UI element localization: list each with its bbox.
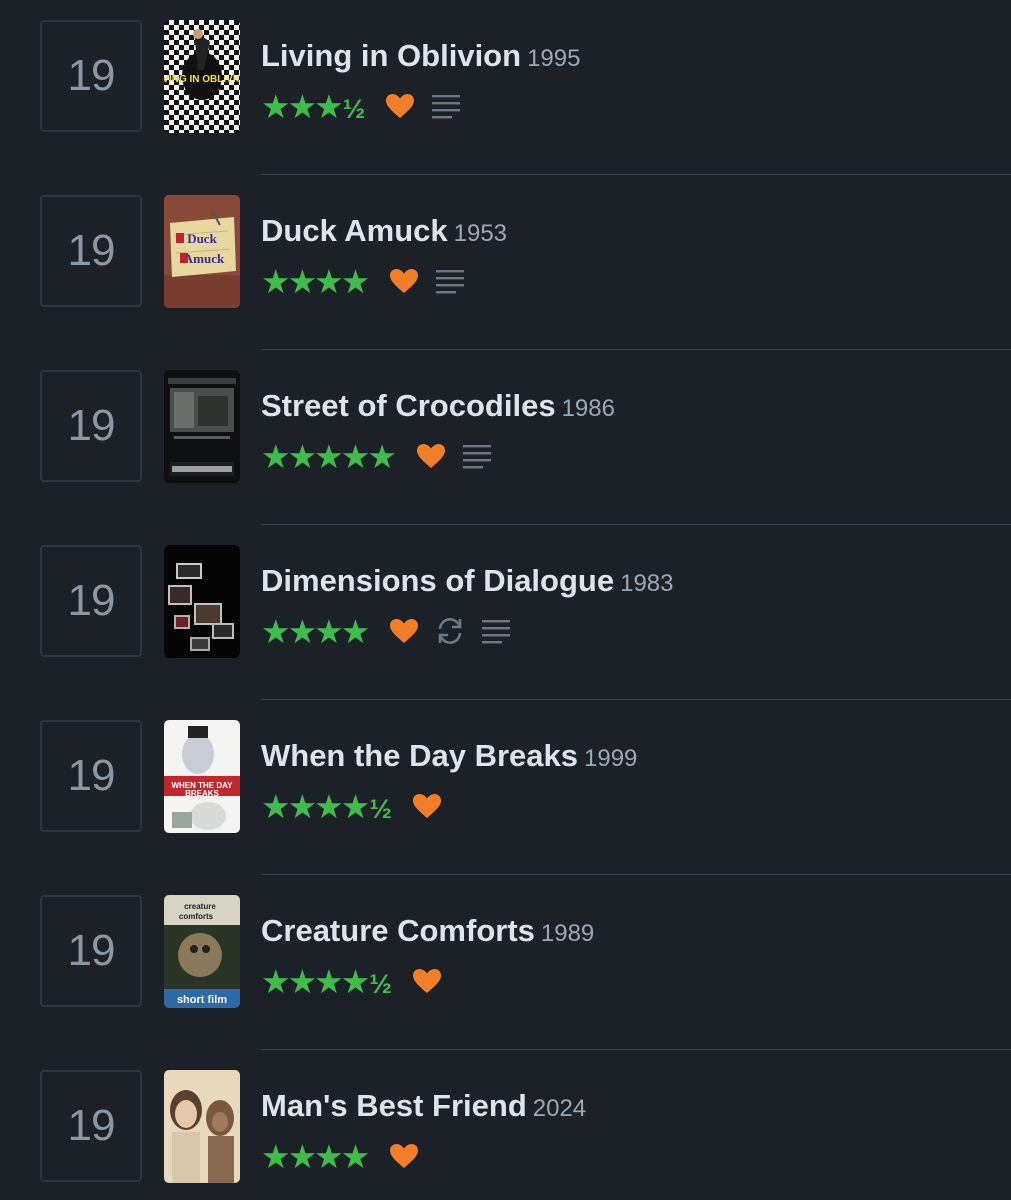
day-number[interactable]: 19 <box>40 20 142 132</box>
review-lines-icon[interactable] <box>435 268 465 294</box>
film-year[interactable]: 2024 <box>533 1095 586 1122</box>
heart-icon <box>389 1143 419 1169</box>
heart-icon <box>389 268 419 294</box>
film-poster[interactable]: WHEN THE DAY BREAKS <box>164 720 240 833</box>
entry-meta: ★★★½ <box>261 84 461 128</box>
day-number[interactable]: 19 <box>40 895 142 1007</box>
star-rating: ★★★★½ <box>261 786 392 826</box>
rewatch-icon <box>435 616 465 646</box>
heart-icon <box>412 793 442 819</box>
film-year[interactable]: 1999 <box>584 745 637 772</box>
poster-street-of-crocodiles-icon <box>164 370 240 483</box>
film-title[interactable]: Man's Best Friend <box>261 1088 527 1123</box>
film-poster[interactable]: Duck Amuck <box>164 195 240 308</box>
diary-entry[interactable]: 19 Street of Crocodiles 1986 ★★★★★ <box>0 350 1011 525</box>
film-year[interactable]: 1986 <box>562 395 615 422</box>
film-year[interactable]: 1989 <box>541 920 594 947</box>
entry-meta: ★★★★ <box>261 259 465 303</box>
film-year[interactable]: 1983 <box>620 570 673 597</box>
svg-text:Amuck: Amuck <box>184 251 225 266</box>
film-title-line: Living in Oblivion 1995 <box>261 38 580 74</box>
svg-text:comforts: comforts <box>179 912 214 921</box>
svg-text:Duck: Duck <box>187 231 217 246</box>
film-title-line: Creature Comforts 1989 <box>261 913 594 949</box>
star-rating: ★★★★★ <box>261 436 397 476</box>
star-rating: ★★★★ <box>261 611 370 651</box>
svg-text:LIVING IN OBLIVION: LIVING IN OBLIVION <box>164 74 240 85</box>
film-title[interactable]: Living in Oblivion <box>261 38 521 73</box>
svg-text:BREAKS: BREAKS <box>185 789 219 798</box>
day-number[interactable]: 19 <box>40 1070 142 1182</box>
film-poster[interactable]: creature comforts short film <box>164 895 240 1008</box>
diary-entry[interactable]: 19 Duck Amuck Duck Amuck 1953 ★★★★ <box>0 175 1011 350</box>
diary-list: 19 LIVING IN OBLIVION Living in Oblivion… <box>0 0 1011 1200</box>
film-title[interactable]: When the Day Breaks <box>261 738 578 773</box>
day-number[interactable]: 19 <box>40 370 142 482</box>
review-lines-icon[interactable] <box>431 93 461 119</box>
review-lines-icon[interactable] <box>462 443 492 469</box>
diary-entry[interactable]: 19 LIVING IN OBLIVION Living in Oblivion… <box>0 0 1011 175</box>
film-title[interactable]: Dimensions of Dialogue <box>261 563 614 598</box>
film-poster[interactable] <box>164 545 240 658</box>
heart-icon <box>416 443 446 469</box>
film-year[interactable]: 1953 <box>454 220 507 247</box>
film-title-line: Street of Crocodiles 1986 <box>261 388 615 424</box>
poster-dimensions-of-dialogue-icon <box>164 545 240 658</box>
day-number[interactable]: 19 <box>40 545 142 657</box>
film-title[interactable]: Street of Crocodiles <box>261 388 556 423</box>
poster-creature-comforts-icon: creature comforts short film <box>164 895 240 1008</box>
day-number[interactable]: 19 <box>40 195 142 307</box>
poster-when-the-day-breaks-icon: WHEN THE DAY BREAKS <box>164 720 240 833</box>
film-title[interactable]: Duck Amuck <box>261 213 448 248</box>
review-lines-icon[interactable] <box>481 618 511 644</box>
heart-icon <box>412 968 442 994</box>
poster-living-in-oblivion-icon: LIVING IN OBLIVION <box>164 20 240 133</box>
film-title-line: Dimensions of Dialogue 1983 <box>261 563 674 599</box>
film-year[interactable]: 1995 <box>527 45 580 72</box>
heart-icon <box>389 618 419 644</box>
diary-entry[interactable]: 19 WHEN THE DAY BREAKS When the Day Brea… <box>0 700 1011 875</box>
film-title-line: Duck Amuck 1953 <box>261 213 507 249</box>
diary-entry[interactable]: 19 creature comforts short film Creature… <box>0 875 1011 1050</box>
entry-meta: ★★★★½ <box>261 959 442 1003</box>
heart-icon <box>385 93 415 119</box>
film-title-line: Man's Best Friend 2024 <box>261 1088 586 1124</box>
poster-duck-amuck-icon: Duck Amuck <box>164 195 240 308</box>
diary-entry[interactable]: 19 Man's Best Friend 2024 ★★★★ <box>0 1050 1011 1200</box>
film-poster[interactable] <box>164 370 240 483</box>
entry-meta: ★★★★½ <box>261 784 442 828</box>
entry-meta: ★★★★★ <box>261 434 492 478</box>
film-poster[interactable] <box>164 1070 240 1183</box>
star-rating: ★★★★ <box>261 261 370 301</box>
film-poster[interactable]: LIVING IN OBLIVION <box>164 20 240 133</box>
film-title-line: When the Day Breaks 1999 <box>261 738 637 774</box>
star-rating: ★★★★ <box>261 1136 370 1176</box>
film-title[interactable]: Creature Comforts <box>261 913 535 948</box>
entry-meta: ★★★★ <box>261 609 511 653</box>
svg-text:creature: creature <box>184 902 216 911</box>
svg-text:short film: short film <box>177 994 227 1006</box>
poster-mans-best-friend-icon <box>164 1070 240 1183</box>
star-rating: ★★★½ <box>261 86 366 126</box>
entry-meta: ★★★★ <box>261 1134 419 1178</box>
diary-entry[interactable]: 19 Dimensions of Dialogue 1983 ★★★★ <box>0 525 1011 700</box>
star-rating: ★★★★½ <box>261 961 392 1001</box>
day-number[interactable]: 19 <box>40 720 142 832</box>
